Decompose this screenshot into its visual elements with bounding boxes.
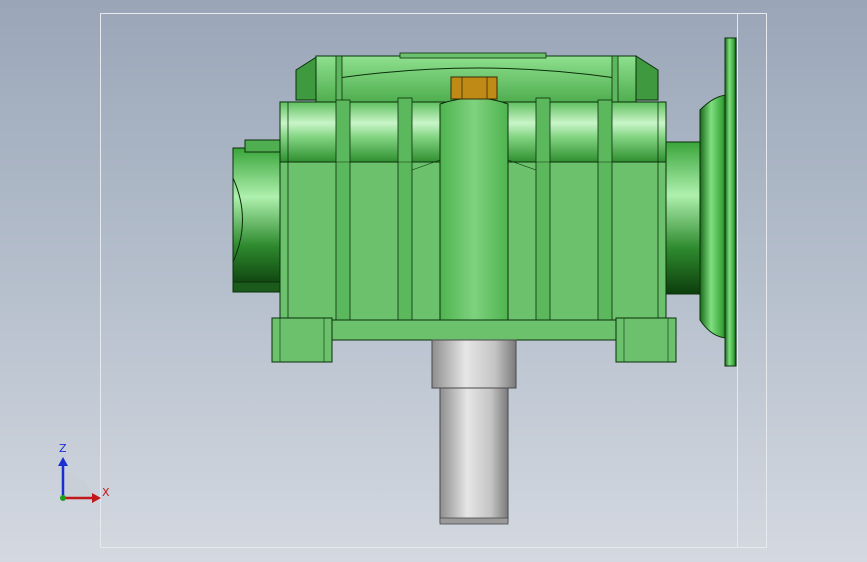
graphics-viewport[interactable]: Z X [0, 0, 867, 562]
shaft-key [450, 76, 498, 100]
left-input-cylinder [232, 139, 282, 293]
y-axis-dot [60, 495, 66, 501]
right-flange [699, 37, 737, 367]
z-axis-label: Z [59, 442, 67, 455]
x-axis-label: X [102, 486, 110, 499]
gear-reducer-model[interactable] [0, 0, 867, 562]
main-housing [279, 97, 667, 323]
output-shaft [431, 339, 517, 525]
coordinate-triad: Z X [50, 440, 120, 510]
